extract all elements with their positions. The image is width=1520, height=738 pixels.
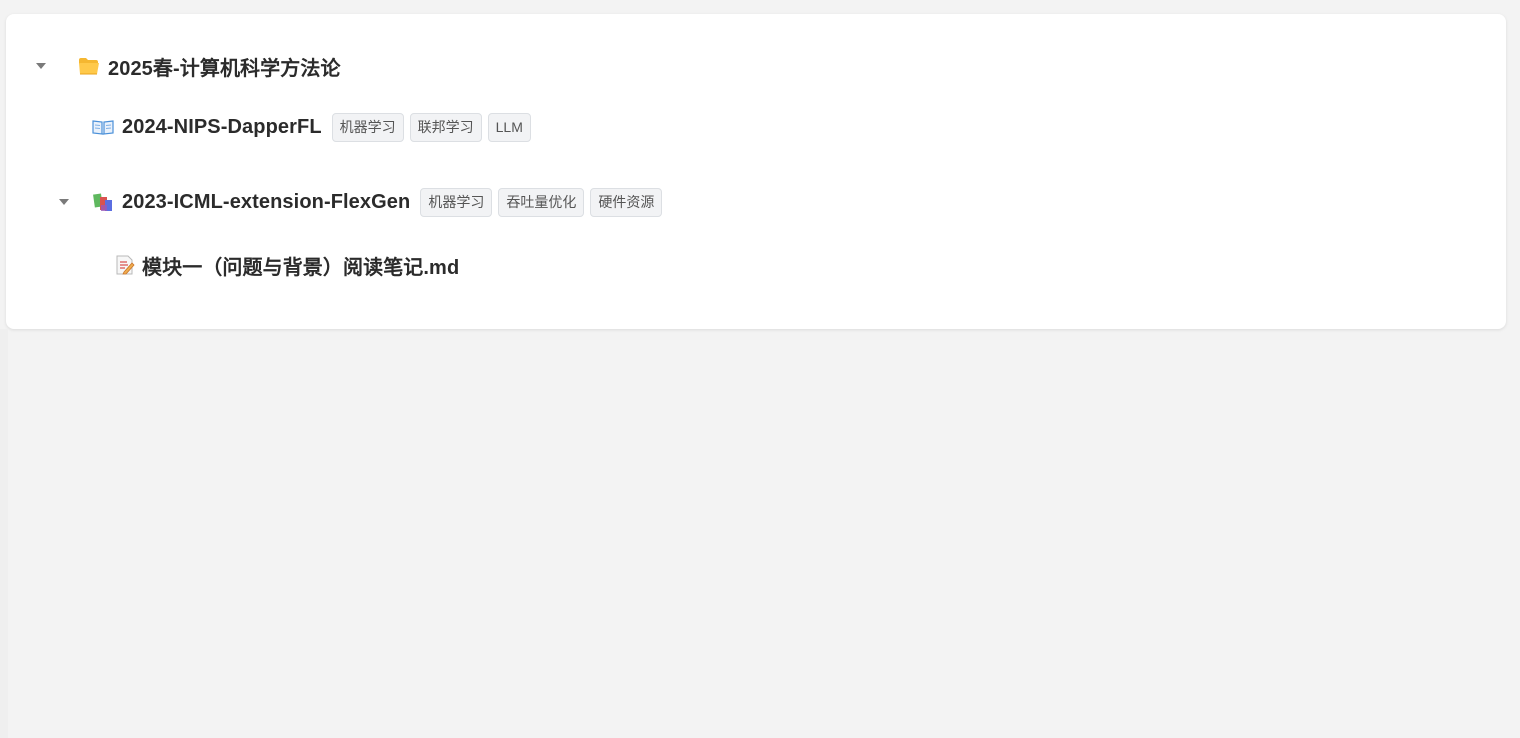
tag[interactable]: 吞吐量优化 [498,187,585,217]
memo-icon [114,254,136,276]
tree-row-item[interactable]: 2024-NIPS-DapperFL 机器学习 联邦学习 LLM [92,112,531,142]
tag-list: 机器学习 吞吐量优化 硬件资源 [414,187,663,217]
open-book-icon [92,116,114,138]
tag-list: 机器学习 联邦学习 LLM [326,112,531,142]
child-title[interactable]: 模块一（问题与背景）阅读笔记.md [142,251,459,280]
item-title[interactable]: 2023-ICML-extension-FlexGen [122,191,410,214]
tree-row-child[interactable]: 模块一（问题与背景）阅读笔记.md [114,250,459,280]
tree-row-item[interactable]: 2023-ICML-extension-FlexGen 机器学习 吞吐量优化 硬… [57,187,663,217]
folder-title[interactable]: 2025春-计算机科学方法论 [108,52,341,81]
tree-row-folder[interactable]: 2025春-计算机科学方法论 [34,51,341,81]
tag[interactable]: 硬件资源 [590,187,663,217]
left-edge-strip [0,329,8,738]
item-title[interactable]: 2024-NIPS-DapperFL [122,116,322,139]
chevron-down-icon[interactable] [57,195,71,209]
tag[interactable]: 联邦学习 [409,112,482,142]
tag[interactable]: 机器学习 [420,187,493,217]
books-stack-icon [92,191,114,213]
tag[interactable]: LLM [487,112,531,142]
chevron-down-icon[interactable] [34,59,48,73]
tag[interactable]: 机器学习 [331,112,404,142]
open-folder-icon [78,55,100,77]
tree-card: 2025春-计算机科学方法论 2024-NIPS-DapperFL 机器学习 联… [6,14,1506,329]
